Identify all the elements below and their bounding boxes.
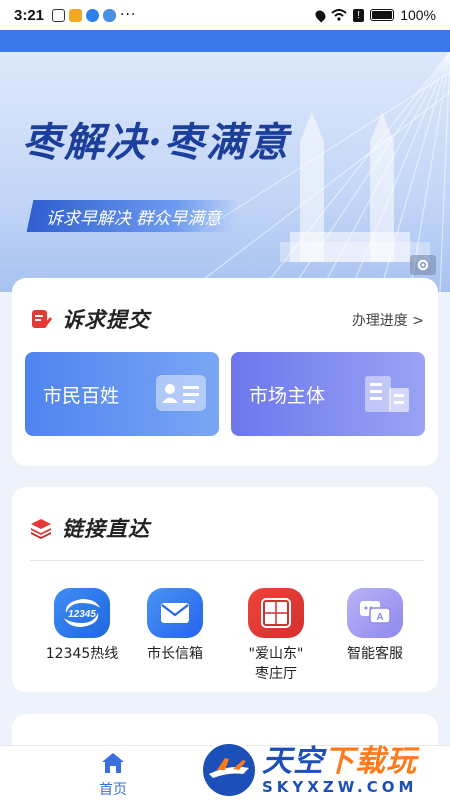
chat-bot-icon: A [347,588,403,638]
progress-link[interactable]: 办理进度 > [352,310,424,330]
status-bar: 3:21 ··· ! 100% [0,0,450,30]
top-accent-strip [0,30,450,52]
shortcut-12345-hotline[interactable]: 12345 12345热线 [34,588,130,664]
citizen-submit-tile[interactable]: 市民百姓 [25,352,219,436]
submit-card-header: 诉求提交 [30,304,150,334]
id-card-icon [156,375,206,411]
hotline-12345-icon: 12345 [54,588,110,638]
layers-icon [31,519,51,539]
shortcut-mayor-mailbox[interactable]: 市长信箱 [127,588,223,664]
location-icon [313,7,328,23]
shield-app-icon [86,8,100,22]
edit-form-icon [32,310,52,328]
building-illustration [280,112,430,262]
wifi-icon [331,9,347,21]
mailbox-icon [147,588,203,638]
banner-title: 枣解决·枣满意 [22,119,290,166]
battery-text: 100% [400,7,436,23]
watermark-logo [200,741,258,799]
submit-card: 诉求提交 办理进度 > 市民百姓 市场主体 [12,278,438,466]
site-watermark: 天空下载玩 SKYXZW.COM [200,740,450,800]
shortcut-ai-shandong-label: "爱山东" 枣庄厅 [248,646,304,682]
hero-banner[interactable]: 枣解决·枣满意 诉求早解决 群众早满意 [0,52,450,292]
market-tile-label: 市场主体 [249,384,326,407]
tab-home-label: 首页 [99,782,127,798]
gallery-icon [52,8,66,22]
gear-icon [417,259,429,271]
submit-card-title: 诉求提交 [62,308,150,332]
banner-subtitle: 诉求早解决 群众早满意 [26,200,241,232]
home-icon [102,753,124,773]
shortcut-smart-service-label: 智能客服 [347,646,403,662]
svg-text:A: A [376,612,383,623]
shortcut-smart-service[interactable]: A 智能客服 [327,588,423,664]
citizen-tile-label: 市民百姓 [43,384,120,407]
alert-icon: ! [353,8,365,22]
shortcut-mailbox-label: 市长信箱 [147,646,203,662]
svg-text:12345: 12345 [68,609,96,620]
status-time: 3:21 [14,6,45,24]
links-divider [30,560,424,561]
watermark-main-text: 天空下载玩 [262,744,417,779]
office-building-icon [365,376,409,412]
cloud-icon [103,8,117,22]
links-card: 链接直达 12345 12345热线 市长信箱 "爱山东" 枣庄厅 A 智能客服 [12,487,438,692]
video-app-icon [69,8,83,22]
links-card-title: 链接直达 [62,517,150,541]
seal-icon [248,588,304,638]
more-dots-icon: ··· [120,7,137,23]
shortcut-12345-label: 12345热线 [45,646,119,662]
shortcut-ai-shandong[interactable]: "爱山东" 枣庄厅 [228,588,324,684]
tab-home[interactable]: 首页 [90,752,136,799]
watermark-sub-text: SKYXZW.COM [262,778,418,796]
battery-icon [370,9,395,21]
market-entity-submit-tile[interactable]: 市场主体 [231,352,425,436]
banner-settings-button[interactable] [410,255,436,275]
links-card-header: 链接直达 [30,513,150,543]
